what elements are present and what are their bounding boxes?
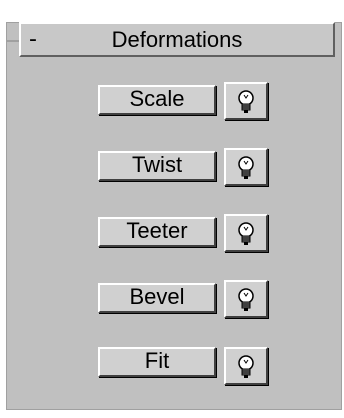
bevel-button[interactable]: Bevel [98, 283, 216, 313]
deformations-rollout-header[interactable]: - Deformations [19, 22, 335, 57]
bevel-toggle-button[interactable] [224, 280, 268, 318]
lightbulb-icon [238, 288, 254, 311]
twist-toggle-button[interactable] [224, 148, 268, 186]
deformation-row-teeter: Teeter [98, 214, 276, 252]
deformation-row-twist: Twist [98, 148, 276, 186]
lightbulb-icon [238, 222, 254, 245]
scale-toggle-button[interactable] [224, 82, 268, 120]
fit-button[interactable]: Fit [98, 347, 216, 377]
lightbulb-icon [238, 90, 254, 113]
teeter-button[interactable]: Teeter [98, 217, 216, 247]
deformation-row-scale: Scale [98, 82, 276, 120]
rollout-frame-line [6, 40, 20, 42]
deformation-row-fit: Fit [98, 344, 276, 385]
lightbulb-icon [238, 156, 254, 179]
twist-button[interactable]: Twist [98, 151, 216, 181]
scale-button[interactable]: Scale [98, 85, 216, 115]
teeter-toggle-button[interactable] [224, 214, 268, 252]
deformation-row-bevel: Bevel [98, 280, 276, 318]
rollout-title: Deformations [111, 27, 243, 52]
lightbulb-icon [238, 355, 254, 378]
fit-toggle-button[interactable] [224, 347, 268, 385]
